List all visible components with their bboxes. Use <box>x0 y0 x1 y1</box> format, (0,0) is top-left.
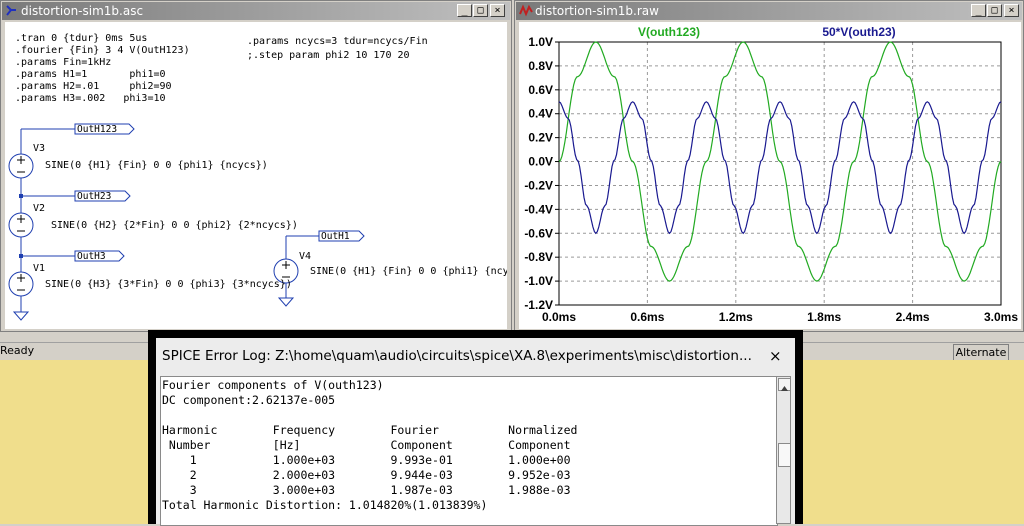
y-tick-label: -0.2V <box>524 178 553 192</box>
schematic-canvas[interactable]: .tran 0 {tdur} 0ms 5us .fourier {Fin} 3 … <box>5 22 507 329</box>
error-log-title: SPICE Error Log: Z:\home\quam\audio\circ… <box>162 348 752 364</box>
status-text: Ready <box>0 344 35 357</box>
error-log-lines: Fourier components of V(outh123) DC comp… <box>162 378 578 512</box>
waveform-title: distortion-sim1b.raw <box>535 4 659 18</box>
y-tick-label: 0.8V <box>528 59 553 73</box>
plot-frame <box>558 41 1002 306</box>
close-button[interactable]: × <box>490 4 505 17</box>
source-name-v4[interactable]: V4 <box>299 251 311 262</box>
y-tick-label: 0.2V <box>528 131 553 145</box>
source-value-v4[interactable]: SINE(0 {H1} {Fin} 0 0 {phi1} {ncycs} <box>310 266 507 277</box>
minimize-button[interactable]: _ <box>457 4 472 17</box>
y-tick-label: -0.4V <box>524 202 553 216</box>
x-tick-label: 0.0ms <box>542 310 576 324</box>
schematic-titlebar[interactable]: distortion-sim1b.asc _ □ × <box>2 2 510 20</box>
status-mode: Alternate <box>953 344 1009 361</box>
x-tick-label: 0.6ms <box>630 310 664 324</box>
maximize-button[interactable]: □ <box>987 4 1002 17</box>
error-log-body: SPICE Error Log: Z:\home\quam\audio\circ… <box>156 338 795 526</box>
source-value-v3[interactable]: SINE(0 {H1} {Fin} 0 0 {phi1} {ncycs}) <box>45 160 268 171</box>
schematic-title: distortion-sim1b.asc <box>21 4 144 18</box>
error-log-scrollbar[interactable] <box>776 376 791 524</box>
waveform-plot[interactable]: 0.0ms 0.6ms 1.2ms 1.8ms 2.4ms 3.0ms 1.0V 0.8V 0.… <box>519 22 1021 329</box>
schematic-window: distortion-sim1b.asc _ □ × .tran 0 {tdur… <box>0 0 512 332</box>
x-tick-label: 2.4ms <box>896 310 930 324</box>
scroll-thumb[interactable] <box>778 443 791 467</box>
net-label-outh123[interactable]: OutH123 <box>77 124 117 135</box>
series-line-2 <box>558 101 1002 235</box>
source-name-v3[interactable]: V3 <box>33 143 45 154</box>
spice-error-log-dialog: SPICE Error Log: Z:\home\quam\audio\circ… <box>148 330 803 526</box>
net-label-outh3[interactable]: OutH3 <box>77 251 106 262</box>
y-tick-label: 0.6V <box>528 83 553 97</box>
y-tick-label: 1.0V <box>528 35 553 49</box>
maximize-button[interactable]: □ <box>473 4 488 17</box>
y-tick-label: -1.2V <box>524 298 553 312</box>
net-label-outh1[interactable]: OutH1 <box>321 231 350 242</box>
y-tick-label: -0.6V <box>524 226 553 240</box>
legend-label-2: 50*V(outh23) <box>822 25 895 39</box>
y-tick-label: -0.8V <box>524 250 553 264</box>
waveform-window: distortion-sim1b.raw _ □ × 0.0ms 0.6ms 1.2… <box>514 0 1024 332</box>
y-tick-label: 0.4V <box>528 107 553 121</box>
legend-label-1: V(outh123) <box>638 25 700 39</box>
close-button[interactable]: × <box>1004 4 1019 17</box>
waveform-app-icon <box>519 4 533 17</box>
error-log-close-icon[interactable]: × <box>769 347 782 365</box>
source-value-v1[interactable]: SINE(0 {H3} {3*Fin} 0 0 {phi3} {3*ncycs}… <box>45 279 292 290</box>
net-label-outh23[interactable]: OutH23 <box>77 191 111 202</box>
minimize-button[interactable]: _ <box>971 4 986 17</box>
error-log-text[interactable]: Fourier components of V(outh123) DC comp… <box>160 376 778 526</box>
x-tick-label: 1.8ms <box>807 310 841 324</box>
source-name-v2[interactable]: V2 <box>33 203 45 214</box>
source-name-v1[interactable]: V1 <box>33 263 45 274</box>
schematic-app-icon <box>5 4 18 17</box>
scroll-up-arrow-icon[interactable] <box>778 378 791 391</box>
x-tick-label: 1.2ms <box>719 310 753 324</box>
x-tick-label: 3.0ms <box>984 310 1018 324</box>
waveform-pane[interactable]: 0.0ms 0.6ms 1.2ms 1.8ms 2.4ms 3.0ms 1.0V 0.8V 0.… <box>519 22 1021 329</box>
source-value-v2[interactable]: SINE(0 {H2} {2*Fin} 0 0 {phi2} {2*ncycs}… <box>51 220 298 231</box>
y-tick-label: 0.0V <box>528 155 553 169</box>
y-tick-label: -1.0V <box>524 274 553 288</box>
waveform-titlebar[interactable]: distortion-sim1b.raw _ □ × <box>516 2 1022 20</box>
